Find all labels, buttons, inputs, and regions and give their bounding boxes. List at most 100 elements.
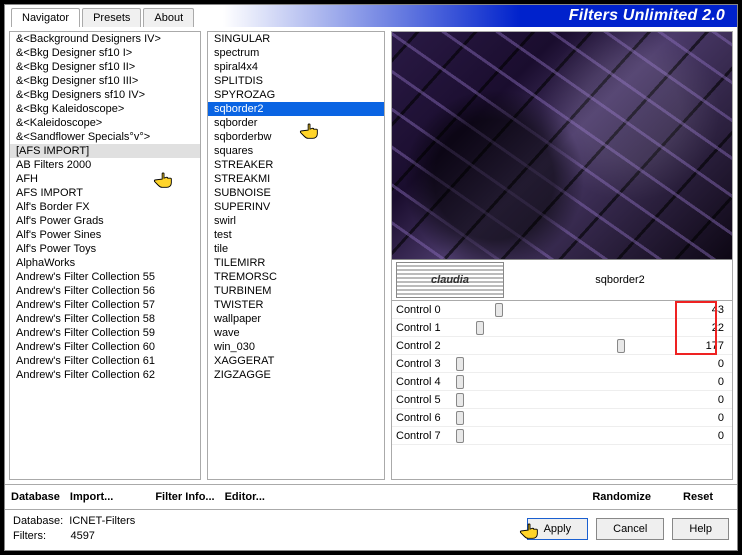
list-item[interactable]: Andrew's Filter Collection 60 [10,340,200,354]
slider-thumb[interactable] [456,357,464,371]
randomize-button[interactable]: Randomize [592,491,651,503]
list-item[interactable]: &<Sandflower Specials°v°> [10,130,200,144]
control-slider[interactable]: Control 122 [392,319,732,337]
list-item[interactable]: STREAKMI [208,172,384,186]
list-item[interactable]: Andrew's Filter Collection 58 [10,312,200,326]
list-item[interactable]: AFH [10,172,200,186]
tabs: NavigatorPresetsAbout [5,5,196,27]
list-item[interactable]: XAGGERAT [208,354,384,368]
slider-label: Control 0 [396,304,452,316]
list-item[interactable]: TILEMIRR [208,256,384,270]
list-item[interactable]: SINGULAR [208,32,384,46]
list-item[interactable]: sqborder [208,116,384,130]
slider-track[interactable] [456,325,688,331]
slider-value: 0 [692,412,728,424]
list-item[interactable]: &<Background Designers IV> [10,32,200,46]
list-item[interactable]: sqborder2 [208,102,384,116]
list-item[interactable]: SPLITDIS [208,74,384,88]
toolbar: Database Import... Filter Info... Editor… [5,484,737,509]
slider-track[interactable] [456,397,688,403]
database-button[interactable]: Database [11,491,60,503]
list-item[interactable]: squares [208,144,384,158]
list-item[interactable]: Andrew's Filter Collection 59 [10,326,200,340]
list-item[interactable]: sqborderbw [208,130,384,144]
slider-label: Control 7 [396,430,452,442]
control-slider[interactable]: Control 2177 [392,337,732,355]
list-item[interactable]: SPYROZAG [208,88,384,102]
list-item[interactable]: &<Bkg Designers sf10 IV> [10,88,200,102]
control-slider[interactable]: Control 40 [392,373,732,391]
slider-thumb[interactable] [617,339,625,353]
list-item[interactable]: ZIGZAGGE [208,368,384,382]
list-item[interactable]: Alf's Border FX [10,200,200,214]
slider-thumb[interactable] [495,303,503,317]
slider-track[interactable] [456,433,688,439]
list-item[interactable]: [AFS IMPORT] [10,144,200,158]
control-slider[interactable]: Control 0 43 [392,301,732,319]
tab-navigator[interactable]: Navigator [11,8,80,27]
slider-value: 22 [692,322,728,334]
slider-thumb[interactable] [456,411,464,425]
slider-track[interactable] [456,379,688,385]
list-item[interactable]: STREAKER [208,158,384,172]
slider-thumb[interactable] [456,375,464,389]
filter-list[interactable]: SINGULARspectrumspiral4x4SPLITDISSPYROZA… [207,31,385,480]
list-item[interactable]: &<Bkg Designer sf10 I> [10,46,200,60]
list-item[interactable]: SUPERINV [208,200,384,214]
list-item[interactable]: Alf's Power Toys [10,242,200,256]
list-item[interactable]: TWISTER [208,298,384,312]
slider-value: 0 [692,394,728,406]
control-slider[interactable]: Control 70 [392,427,732,445]
list-item[interactable]: wallpaper [208,312,384,326]
control-slider[interactable]: Control 5 0 [392,391,732,409]
list-item[interactable]: spiral4x4 [208,60,384,74]
footer: Database: ICNET-Filters Filters: 4597 Ap… [5,509,737,550]
slider-track[interactable] [456,415,688,421]
list-item[interactable]: TURBINEM [208,284,384,298]
slider-value: 43 [692,304,728,316]
list-item[interactable]: AlphaWorks [10,256,200,270]
list-item[interactable]: win_030 [208,340,384,354]
preview-panel: claudia sqborder2 Control 043Control 122… [391,31,733,480]
list-item[interactable]: &<Bkg Kaleidoscope> [10,102,200,116]
control-slider[interactable]: Control 60 [392,409,732,427]
list-item[interactable]: &<Bkg Designer sf10 III> [10,74,200,88]
editor-button[interactable]: Editor... [225,491,265,503]
slider-track[interactable] [456,307,688,313]
list-item[interactable]: Alf's Power Grads [10,214,200,228]
list-item[interactable]: Andrew's Filter Collection 61 [10,354,200,368]
filter-info-button[interactable]: Filter Info... [155,491,214,503]
list-item[interactable]: spectrum [208,46,384,60]
control-slider[interactable]: Control 30 [392,355,732,373]
list-item[interactable]: Andrew's Filter Collection 56 [10,284,200,298]
list-item[interactable]: Andrew's Filter Collection 55 [10,270,200,284]
help-button[interactable]: Help [672,518,729,540]
list-item[interactable]: &<Bkg Designer sf10 II> [10,60,200,74]
slider-thumb[interactable] [456,393,464,407]
cancel-button[interactable]: Cancel [596,518,664,540]
import-button[interactable]: Import... [70,491,113,503]
list-item[interactable]: swirl [208,214,384,228]
list-item[interactable]: SUBNOISE [208,186,384,200]
list-item[interactable]: test [208,228,384,242]
slider-track[interactable] [456,361,688,367]
list-item[interactable]: Andrew's Filter Collection 62 [10,368,200,382]
list-item[interactable]: &<Kaleidoscope> [10,116,200,130]
list-item[interactable]: tile [208,242,384,256]
reset-button[interactable]: Reset [683,491,713,503]
list-item[interactable]: Andrew's Filter Collection 57 [10,298,200,312]
list-item[interactable]: AB Filters 2000 [10,158,200,172]
list-item[interactable]: wave [208,326,384,340]
slider-label: Control 5 [396,394,452,406]
list-item[interactable]: TREMORSC [208,270,384,284]
slider-thumb[interactable] [456,429,464,443]
slider-track[interactable] [456,343,688,349]
list-item[interactable]: AFS IMPORT [10,186,200,200]
list-item[interactable]: Alf's Power Sines [10,228,200,242]
apply-button[interactable]: Apply [527,518,589,540]
slider-label: Control 3 [396,358,452,370]
slider-thumb[interactable] [476,321,484,335]
category-list[interactable]: &<Background Designers IV>&<Bkg Designer… [9,31,201,480]
tab-presets[interactable]: Presets [82,8,141,27]
tab-about[interactable]: About [143,8,194,27]
